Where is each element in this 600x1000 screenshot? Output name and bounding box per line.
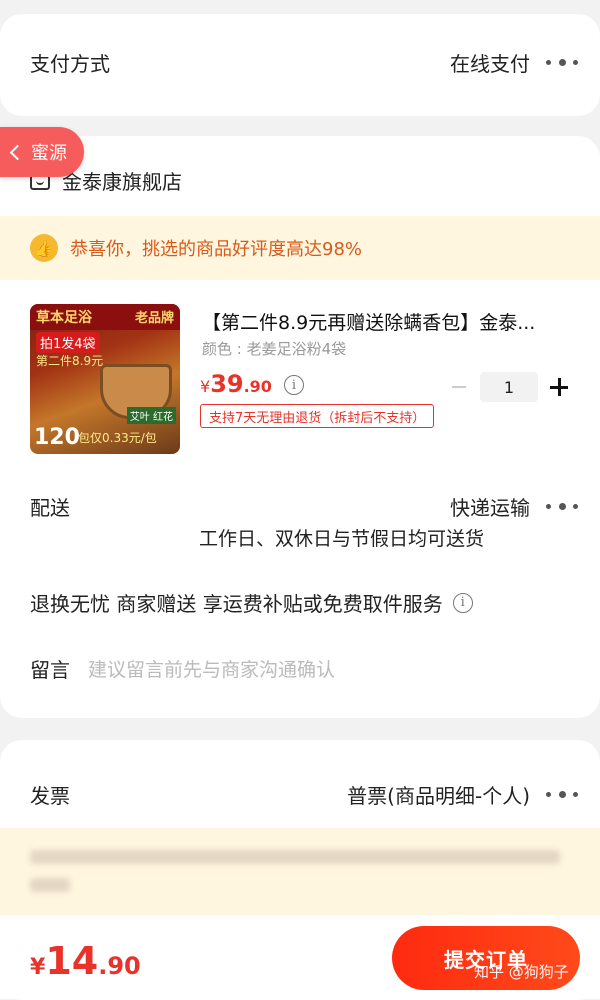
more-dots-icon[interactable] xyxy=(546,59,578,66)
bottom-bar: ¥ 14 .90 提交订单 知乎 @狗狗子 xyxy=(0,915,600,999)
price-decimal: .90 xyxy=(243,377,272,396)
product-image-text: 艾叶 红花 xyxy=(126,407,176,424)
service-text: 退换无忧 商家赠送 享运费补贴或免费取件服务 xyxy=(30,592,443,616)
quantity-input[interactable]: 1 xyxy=(480,372,538,402)
invoice-label: 发票 xyxy=(30,784,70,808)
payment-label: 支付方式 xyxy=(30,52,110,76)
product-image-text: 老品牌 xyxy=(134,311,174,326)
product-title[interactable]: 【第二件8.9元再赠送除螨香包】金泰... xyxy=(202,308,572,335)
chevron-left-icon xyxy=(9,144,26,160)
message-input[interactable]: 建议留言前先与商家沟通确认 xyxy=(88,655,335,682)
product-spec[interactable]: 颜色 : 老姜足浴粉4袋 xyxy=(202,338,346,359)
total-integer: 14 xyxy=(45,939,99,983)
blurred-notice xyxy=(0,828,600,916)
total-symbol: ¥ xyxy=(30,955,46,980)
source-tag-label: 蜜源 xyxy=(31,143,67,164)
message-label: 留言 xyxy=(30,658,70,682)
more-dots-icon[interactable] xyxy=(546,503,578,510)
plus-icon[interactable] xyxy=(550,378,568,396)
shop-header[interactable]: 金泰康旗舰店 xyxy=(30,166,578,195)
payment-value: 在线支付 xyxy=(450,52,530,76)
price-symbol: ¥ xyxy=(200,377,211,396)
source-tag[interactable]: 蜜源 xyxy=(0,127,84,177)
product-image-text: 草本足浴 xyxy=(36,310,92,326)
return-policy-tag: 支持7天无理由退货（拆封后不支持） xyxy=(200,404,435,428)
delivery-label: 配送 xyxy=(30,496,70,520)
product-price: ¥ 39 .90 xyxy=(200,370,272,398)
delivery-row[interactable]: 配送 快递运输 xyxy=(30,492,578,521)
message-row[interactable]: 留言 建议留言前先与商家沟通确认 xyxy=(30,654,578,683)
delivery-method: 快递运输 xyxy=(450,496,530,520)
info-icon[interactable]: i xyxy=(284,375,304,395)
invoice-value: 普票(商品明细-个人) xyxy=(347,784,530,808)
product-image[interactable]: 草本足浴 老品牌 拍1发4袋 第二件8.9元 艾叶 红花 120 包仅0.33元… xyxy=(30,304,180,454)
product-image-text: 拍1发4袋 xyxy=(36,332,100,353)
delivery-note: 工作日、双休日与节假日均可送货 xyxy=(199,528,485,550)
info-icon[interactable]: i xyxy=(452,592,473,613)
watermark: 知乎 @狗狗子 xyxy=(474,963,569,981)
product-image-text: 包仅0.33元/包 xyxy=(78,431,157,445)
total-decimal: .90 xyxy=(98,952,141,980)
thumbs-up-icon: 👍 xyxy=(30,234,58,262)
payment-card: 支付方式 在线支付 xyxy=(0,14,600,116)
praise-banner: 👍 恭喜你，挑选的商品好评度高达98% xyxy=(0,216,600,280)
price-integer: 39 xyxy=(210,370,244,398)
service-row[interactable]: 退换无忧 商家赠送 享运费补贴或免费取件服务 i xyxy=(30,588,578,617)
product-image-text: 第二件8.9元 xyxy=(36,354,104,368)
product-image-text: 120 xyxy=(34,425,80,450)
praise-text: 恭喜你，挑选的商品好评度高达98% xyxy=(70,239,363,260)
payment-row[interactable]: 支付方式 在线支付 xyxy=(30,48,578,77)
minus-icon[interactable] xyxy=(452,386,466,388)
total-price: ¥ 14 .90 xyxy=(30,939,141,983)
shop-name: 金泰康旗舰店 xyxy=(62,170,182,194)
shop-card: 金泰康旗舰店 👍 恭喜你，挑选的商品好评度高达98% 草本足浴 老品牌 拍1发4… xyxy=(0,136,600,718)
more-dots-icon[interactable] xyxy=(546,791,578,798)
invoice-row[interactable]: 发票 普票(商品明细-个人) xyxy=(30,780,578,809)
